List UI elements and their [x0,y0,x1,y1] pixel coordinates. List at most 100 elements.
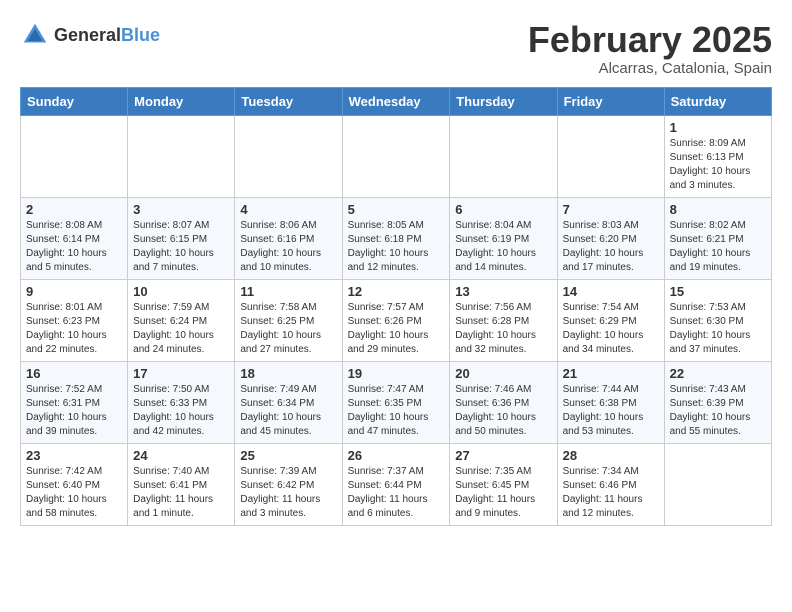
day-number: 6 [455,202,551,217]
logo-text-general: General [54,25,121,45]
table-cell: 15 Sunrise: 7:53 AM Sunset: 6:30 PM Dayli… [664,279,771,361]
table-cell: 21Sunrise: 7:44 AM Sunset: 6:38 PM Dayli… [557,361,664,443]
logo-text-blue: Blue [121,25,160,45]
day-number: 27 [455,448,551,463]
day-info: Sunrise: 7:54 AM Sunset: 6:29 PM Dayligh… [563,301,659,357]
day-number: 19 [348,366,445,381]
day-info: Sunrise: 8:06 AM Sunset: 6:16 PM Dayligh… [240,219,336,275]
day-number: 18 [240,366,336,381]
table-cell: 7Sunrise: 8:03 AM Sunset: 6:20 PM Daylig… [557,197,664,279]
table-cell: 20 Sunrise: 7:46 AM Sunset: 6:36 PM Dayli… [450,361,557,443]
day-info: Sunrise: 7:56 AM Sunset: 6:28 PM Dayligh… [455,301,551,357]
table-cell: 22 Sunrise: 7:43 AM Sunset: 6:39 PM Dayli… [664,361,771,443]
day-number: 24 [133,448,229,463]
title-block: February 2025 Alcarras, Catalonia, Spain [528,20,772,77]
table-cell: 5Sunrise: 8:05 AM Sunset: 6:18 PM Daylig… [342,197,450,279]
header-sunday: Sunday [21,87,128,115]
table-cell [557,115,664,197]
day-number: 21 [563,366,659,381]
day-info: Sunrise: 7:43 AM Sunset: 6:39 PM Dayligh… [670,383,766,439]
table-cell [450,115,557,197]
table-cell: 3 Sunrise: 8:07 AM Sunset: 6:15 PM Daylig… [128,197,235,279]
table-cell [21,115,128,197]
day-number: 26 [348,448,445,463]
calendar-table: Sunday Monday Tuesday Wednesday Thursday… [20,87,772,526]
header-tuesday: Tuesday [235,87,342,115]
table-cell: 16 Sunrise: 7:52 AM Sunset: 6:31 PM Dayli… [21,361,128,443]
day-info: Sunrise: 7:57 AM Sunset: 6:26 PM Dayligh… [348,301,445,357]
header-thursday: Thursday [450,87,557,115]
day-number: 22 [670,366,766,381]
table-cell [664,443,771,525]
day-number: 2 [26,202,122,217]
day-number: 13 [455,284,551,299]
table-cell: 25 Sunrise: 7:39 AM Sunset: 6:42 PM Dayli… [235,443,342,525]
day-number: 15 [670,284,766,299]
table-cell: 14 Sunrise: 7:54 AM Sunset: 6:29 PM Dayli… [557,279,664,361]
day-info: Sunrise: 7:58 AM Sunset: 6:25 PM Dayligh… [240,301,336,357]
table-cell: 8Sunrise: 8:02 AM Sunset: 6:21 PM Daylig… [664,197,771,279]
day-info: Sunrise: 7:40 AM Sunset: 6:41 PM Dayligh… [133,465,229,521]
table-cell: 10Sunrise: 7:59 AM Sunset: 6:24 PM Dayli… [128,279,235,361]
day-info: Sunrise: 7:39 AM Sunset: 6:42 PM Dayligh… [240,465,336,521]
day-number: 10 [133,284,229,299]
day-number: 20 [455,366,551,381]
day-number: 4 [240,202,336,217]
day-number: 17 [133,366,229,381]
day-number: 1 [670,120,766,135]
table-cell [235,115,342,197]
header-saturday: Saturday [664,87,771,115]
table-cell: 24 Sunrise: 7:40 AM Sunset: 6:41 PM Dayli… [128,443,235,525]
table-cell: 23 Sunrise: 7:42 AM Sunset: 6:40 PM Dayli… [21,443,128,525]
table-cell [128,115,235,197]
day-info: Sunrise: 8:01 AM Sunset: 6:23 PM Dayligh… [26,301,122,357]
weekday-header-row: Sunday Monday Tuesday Wednesday Thursday… [21,87,772,115]
day-info: Sunrise: 7:37 AM Sunset: 6:44 PM Dayligh… [348,465,445,521]
table-cell: 18 Sunrise: 7:49 AM Sunset: 6:34 PM Dayli… [235,361,342,443]
day-number: 7 [563,202,659,217]
day-info: Sunrise: 7:47 AM Sunset: 6:35 PM Dayligh… [348,383,445,439]
table-cell: 13 Sunrise: 7:56 AM Sunset: 6:28 PM Dayli… [450,279,557,361]
day-number: 28 [563,448,659,463]
day-info: Sunrise: 7:42 AM Sunset: 6:40 PM Dayligh… [26,465,122,521]
day-info: Sunrise: 7:53 AM Sunset: 6:30 PM Dayligh… [670,301,766,357]
day-info: Sunrise: 8:04 AM Sunset: 6:19 PM Dayligh… [455,219,551,275]
day-info: Sunrise: 8:07 AM Sunset: 6:15 PM Dayligh… [133,219,229,275]
header-monday: Monday [128,87,235,115]
day-info: Sunrise: 7:34 AM Sunset: 6:46 PM Dayligh… [563,465,659,521]
day-number: 9 [26,284,122,299]
week-row-0: 1 Sunrise: 8:09 AM Sunset: 6:13 PM Daylig… [21,115,772,197]
logo: GeneralBlue [20,20,160,50]
table-cell: 17 Sunrise: 7:50 AM Sunset: 6:33 PM Dayli… [128,361,235,443]
header-friday: Friday [557,87,664,115]
day-info: Sunrise: 8:09 AM Sunset: 6:13 PM Dayligh… [670,137,766,193]
day-info: Sunrise: 7:35 AM Sunset: 6:45 PM Dayligh… [455,465,551,521]
table-cell: 2 Sunrise: 8:08 AM Sunset: 6:14 PM Daylig… [21,197,128,279]
day-number: 16 [26,366,122,381]
day-info: Sunrise: 7:46 AM Sunset: 6:36 PM Dayligh… [455,383,551,439]
page-header: GeneralBlue February 2025 Alcarras, Cata… [20,20,772,77]
day-number: 25 [240,448,336,463]
day-number: 14 [563,284,659,299]
day-number: 5 [348,202,445,217]
location: Alcarras, Catalonia, Spain [528,60,772,77]
day-number: 11 [240,284,336,299]
day-number: 12 [348,284,445,299]
table-cell: 11 Sunrise: 7:58 AM Sunset: 6:25 PM Dayli… [235,279,342,361]
week-row-3: 16 Sunrise: 7:52 AM Sunset: 6:31 PM Dayli… [21,361,772,443]
month-year: February 2025 [528,20,772,60]
day-info: Sunrise: 7:49 AM Sunset: 6:34 PM Dayligh… [240,383,336,439]
table-cell [342,115,450,197]
day-number: 23 [26,448,122,463]
table-cell: 6 Sunrise: 8:04 AM Sunset: 6:19 PM Daylig… [450,197,557,279]
day-info: Sunrise: 7:50 AM Sunset: 6:33 PM Dayligh… [133,383,229,439]
week-row-4: 23 Sunrise: 7:42 AM Sunset: 6:40 PM Dayli… [21,443,772,525]
table-cell: 1 Sunrise: 8:09 AM Sunset: 6:13 PM Daylig… [664,115,771,197]
table-cell: 9 Sunrise: 8:01 AM Sunset: 6:23 PM Daylig… [21,279,128,361]
day-info: Sunrise: 7:52 AM Sunset: 6:31 PM Dayligh… [26,383,122,439]
table-cell: 4 Sunrise: 8:06 AM Sunset: 6:16 PM Daylig… [235,197,342,279]
logo-icon [20,20,50,50]
table-cell: 12 Sunrise: 7:57 AM Sunset: 6:26 PM Dayli… [342,279,450,361]
day-info: Sunrise: 8:08 AM Sunset: 6:14 PM Dayligh… [26,219,122,275]
day-number: 3 [133,202,229,217]
